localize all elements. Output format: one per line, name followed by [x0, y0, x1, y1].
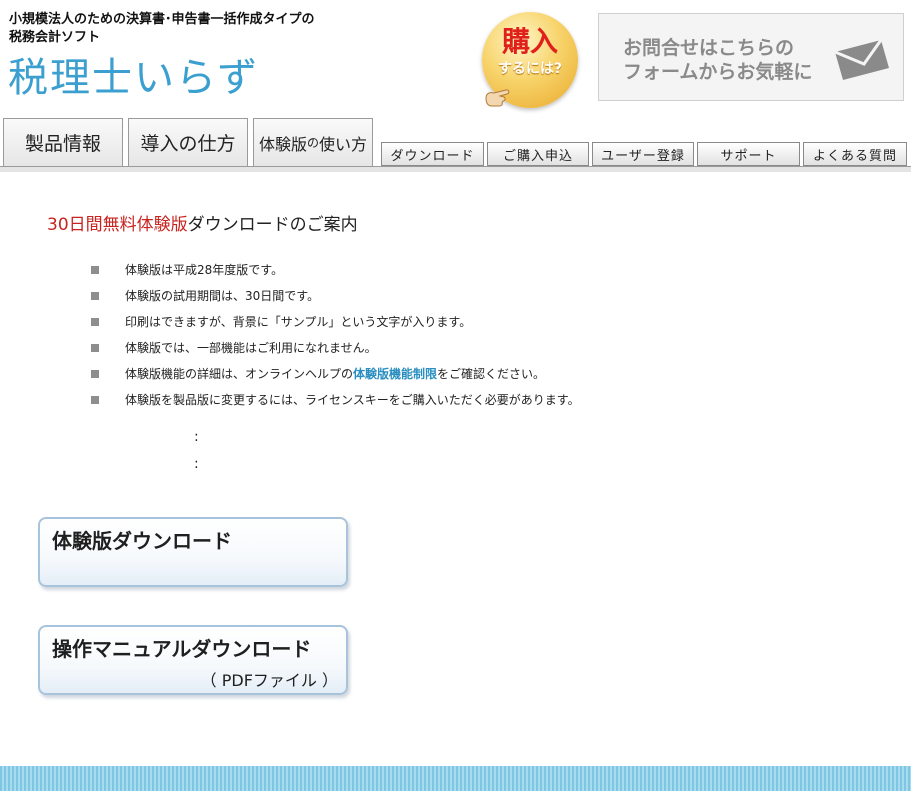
tab-user-registration-label: ユーザー登録 [601, 148, 685, 164]
contact-banner[interactable]: お問合せはこちらの フォームからお気軽に [598, 13, 904, 101]
trial-download-label: 体験版ダウンロード [52, 529, 232, 553]
buy-badge-main: 購入 [501, 25, 558, 58]
dots-line-2: : [194, 456, 199, 472]
tab-trial-usage-label-b: の [306, 136, 319, 150]
trial-download-button[interactable]: 体験版ダウンロード [38, 517, 348, 587]
tab-download[interactable]: ダウンロード [381, 142, 484, 166]
contact-text: お問合せはこちらの フォームからお気軽に [623, 36, 812, 84]
tab-user-registration[interactable]: ユーザー登録 [592, 142, 694, 166]
footer-bar [0, 766, 911, 791]
dots-line-1: : [194, 429, 199, 445]
manual-download-label: 操作マニュアルダウンロード [52, 637, 312, 661]
tab-trial-usage-label-c: 使い方 [319, 134, 368, 154]
tab-trial-usage-label-a: 体験版 [258, 134, 307, 154]
note-text-after: をご確認ください。 [437, 367, 546, 381]
pointing-hand-icon [485, 89, 510, 107]
site-tagline: 小規模法人のための決算書･申告書一括作成タイプの 税務会計ソフト [9, 11, 315, 47]
tab-faq[interactable]: よくある質問 [803, 142, 907, 166]
note-text: 印刷はできますが、背景に「サンプル」という文字が入ります。 [125, 315, 472, 329]
square-bullet-icon [91, 370, 99, 378]
tab-trial-usage[interactable]: 体験版の使い方 [253, 118, 373, 166]
page-title: 30日間無料体験版ダウンロードのご案内 [47, 213, 358, 237]
list-item: 体験版の試用期間は、30日間です。 [91, 283, 580, 309]
square-bullet-icon [91, 318, 99, 326]
note-text-before: 体験版機能の詳細は、オンラインヘルプの [125, 367, 354, 381]
tab-purchase-application-label: ご購入申込 [502, 148, 573, 164]
tab-product-info-label: 製品情報 [24, 133, 101, 155]
list-item: 体験版は平成28年度版です。 [91, 257, 580, 283]
tab-purchase-application[interactable]: ご購入申込 [487, 142, 589, 166]
continuation-dots: : : [194, 424, 199, 478]
contact-line-2: フォームからお気軽に [623, 61, 813, 83]
tab-support-label: サポート [720, 148, 777, 164]
manual-download-button[interactable]: 操作マニュアルダウンロード （ PDFファイル ） [38, 625, 348, 695]
note-text: 体験版は平成28年度版です。 [125, 263, 284, 277]
tab-faq-label: よくある質問 [812, 148, 897, 164]
page-title-rest: ダウンロードのご案内 [187, 215, 358, 235]
square-bullet-icon [91, 344, 99, 352]
trial-limits-link[interactable]: 体験版機能制限 [353, 367, 437, 381]
square-bullet-icon [91, 292, 99, 300]
note-text: 体験版の試用期間は、30日間です。 [125, 289, 320, 303]
note-text: 体験版を製品版に変更するには、ライセンスキーをご購入いただく必要があります。 [125, 393, 580, 407]
site-header: 小規模法人のための決算書･申告書一括作成タイプの 税務会計ソフト 税理士いらず … [0, 0, 911, 118]
list-item: 体験版では、一部機能はご利用になれません。 [91, 335, 580, 361]
tab-product-info[interactable]: 製品情報 [3, 118, 123, 166]
manual-download-format: （ PDFファイル ） [200, 671, 338, 690]
tab-support[interactable]: サポート [697, 142, 800, 166]
page-title-highlight: 30日間無料体験版 [47, 215, 188, 235]
square-bullet-icon [91, 396, 99, 404]
mail-icon [834, 39, 889, 80]
list-item: 体験版機能の詳細は、オンラインヘルプの体験版機能制限をご確認ください。 [91, 361, 580, 387]
list-item: 体験版を製品版に変更するには、ライセンスキーをご購入いただく必要があります。 [91, 387, 580, 413]
tab-download-label: ダウンロード [390, 148, 475, 164]
trial-notes-list: 体験版は平成28年度版です。 体験版の試用期間は、30日間です。 印刷はできます… [91, 257, 580, 413]
note-text: 体験版では、一部機能はご利用になれません。 [125, 341, 377, 355]
site-logo[interactable]: 税理士いらず [8, 52, 259, 104]
tagline-line-1: 小規模法人のための決算書･申告書一括作成タイプの [9, 12, 315, 27]
tab-how-to-install-label: 導入の仕方 [140, 133, 236, 155]
tab-how-to-install[interactable]: 導入の仕方 [128, 118, 248, 166]
buy-badge-sub: するには? [497, 61, 563, 77]
buy-button[interactable]: 購入 するには? [478, 12, 584, 114]
contact-line-1: お問合せはこちらの [623, 37, 795, 59]
square-bullet-icon [91, 266, 99, 274]
tagline-line-2: 税務会計ソフト [9, 30, 101, 45]
nav-divider [0, 166, 911, 172]
list-item: 印刷はできますが、背景に「サンプル」という文字が入ります。 [91, 309, 580, 335]
